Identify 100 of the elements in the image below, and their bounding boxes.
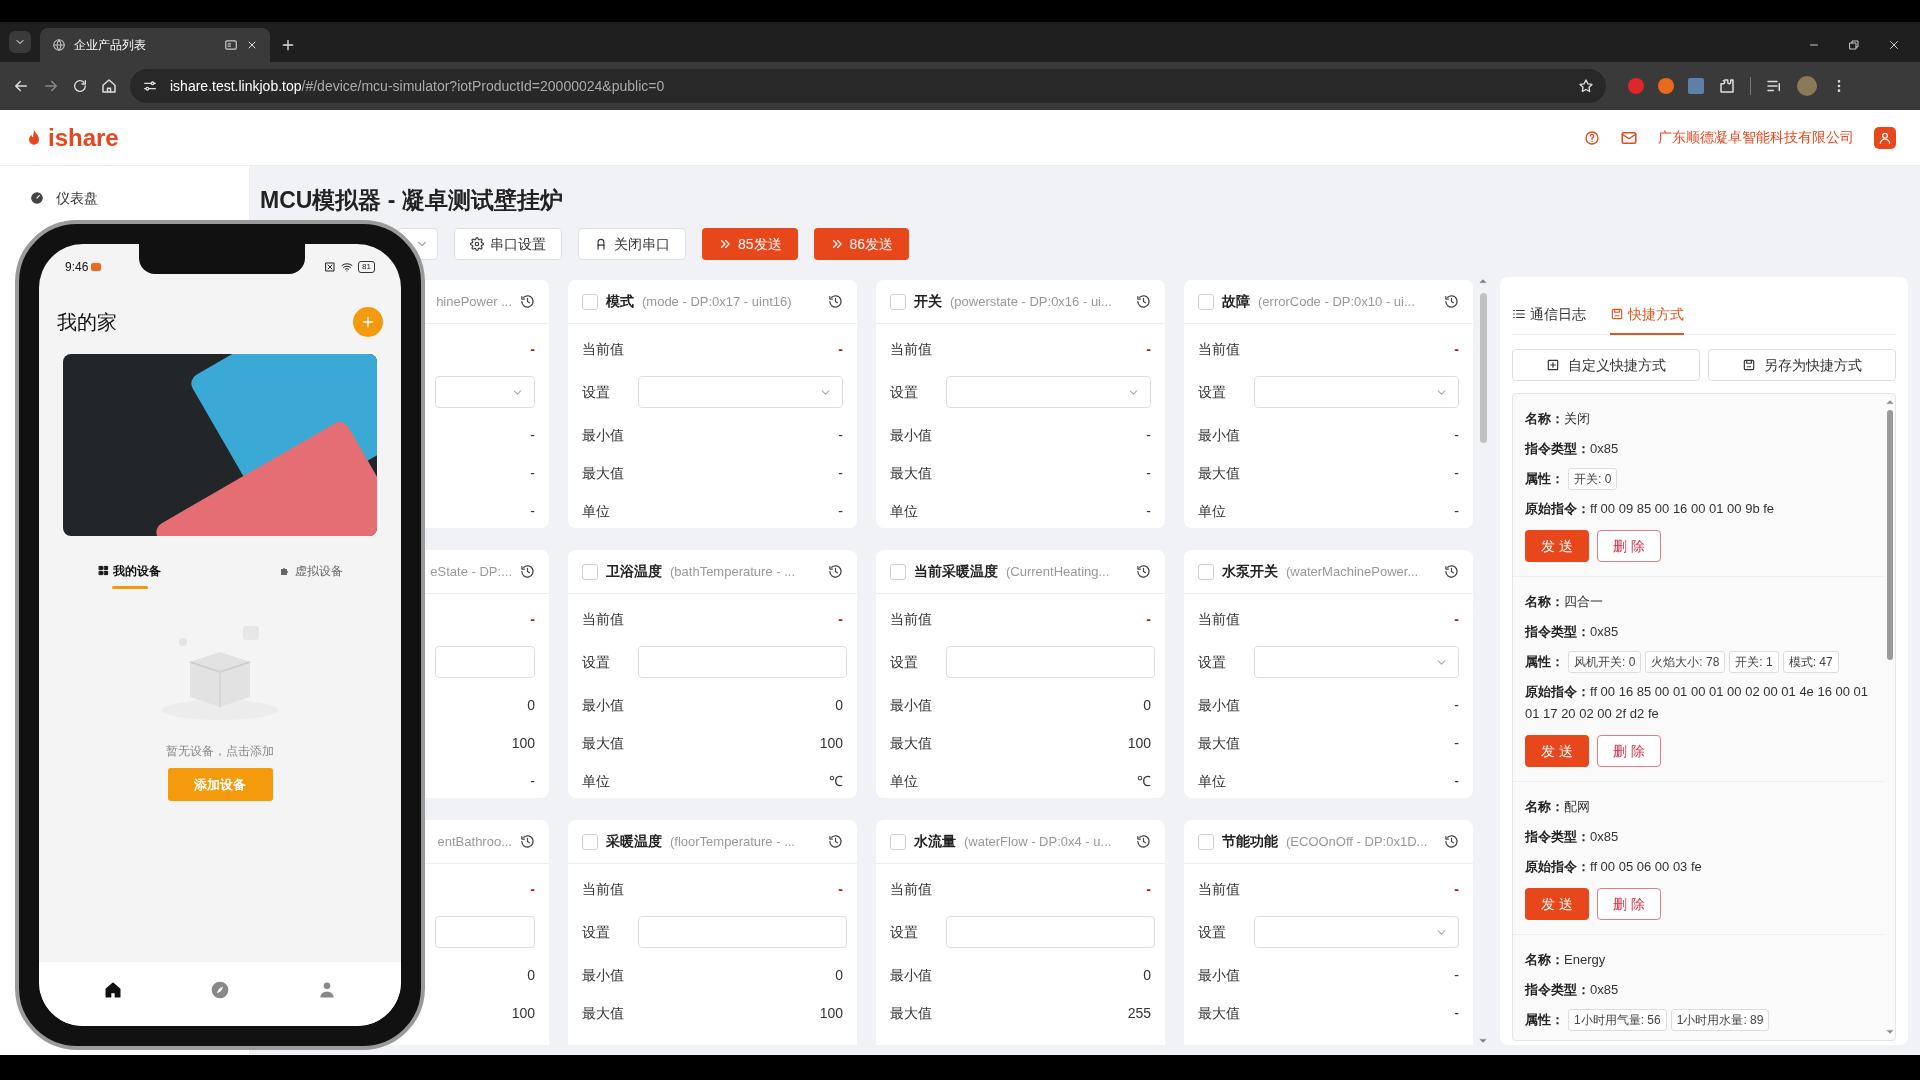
- field-label: 当前值: [582, 879, 625, 899]
- status-time: 9:46: [65, 259, 89, 276]
- user-avatar[interactable]: [1874, 126, 1896, 149]
- field-label: 最小值: [1198, 695, 1241, 715]
- extension-icon[interactable]: [1628, 78, 1644, 94]
- reload-icon: [72, 78, 88, 94]
- card-title: 卫浴温度: [606, 562, 662, 581]
- value-input[interactable]: [638, 916, 847, 948]
- sidebar-item[interactable]: 仪表盘: [0, 178, 249, 218]
- close-icon: [1888, 39, 1900, 51]
- history-icon: [1444, 834, 1459, 849]
- value-select[interactable]: [638, 376, 843, 408]
- field-value: -: [1146, 463, 1151, 483]
- current-value: -: [838, 879, 843, 899]
- extension-icon[interactable]: [1658, 78, 1674, 94]
- send-button[interactable]: 发 送: [1525, 735, 1589, 767]
- restore-icon: [1848, 39, 1860, 51]
- empty-message: 暂无设备，点击添加: [166, 743, 274, 760]
- save-icon: [1610, 307, 1624, 321]
- close-port-button[interactable]: 关闭串口: [578, 228, 686, 260]
- send-button[interactable]: 85发送: [702, 228, 798, 260]
- scroll-down-icon: [1886, 1028, 1894, 1036]
- scrollbar-thumb[interactable]: [1887, 410, 1893, 660]
- profile-avatar[interactable]: [1797, 76, 1817, 96]
- checkbox[interactable]: [890, 833, 906, 850]
- send-button[interactable]: 86发送: [813, 228, 910, 260]
- value-select[interactable]: [1254, 916, 1459, 948]
- send-button[interactable]: 发 送: [1525, 888, 1589, 920]
- checkbox[interactable]: [582, 293, 598, 310]
- save-shortcut-button[interactable]: 另存为快捷方式: [1708, 349, 1896, 381]
- field-label: 设置: [1198, 652, 1227, 672]
- send-button[interactable]: 发 送: [1525, 530, 1589, 562]
- scrollbar-thumb[interactable]: [1479, 293, 1487, 443]
- home-title: 我的家: [57, 310, 117, 335]
- device-tab[interactable]: 虚拟设备: [220, 548, 401, 602]
- field-label: 最小值: [1198, 965, 1241, 985]
- delete-button[interactable]: 删 除: [1597, 735, 1661, 767]
- checkbox[interactable]: [890, 293, 906, 310]
- delete-button[interactable]: 删 除: [1597, 530, 1661, 562]
- value-input[interactable]: [435, 646, 535, 678]
- field-code: entBathroo...: [437, 832, 512, 851]
- field-label: 最大值: [582, 733, 625, 753]
- device-tab[interactable]: 我的设备: [39, 548, 220, 602]
- field-value: 0: [1143, 695, 1151, 715]
- history-icon: [1444, 564, 1459, 579]
- panel-tab[interactable]: 快捷方式: [1610, 295, 1684, 335]
- field-label: 设置: [1198, 382, 1227, 402]
- field-code: eState - DP:...: [430, 562, 512, 581]
- shortcut-field: 指令类型：0x85: [1525, 975, 1873, 1005]
- field-value: ℃: [1137, 771, 1151, 791]
- checkbox[interactable]: [1198, 833, 1214, 850]
- field-label: 单位: [582, 771, 611, 791]
- field-label: 最大值: [582, 463, 625, 483]
- field-label: 最小值: [1198, 425, 1241, 445]
- tab-list-button[interactable]: [9, 31, 31, 53]
- current-value: -: [530, 609, 535, 629]
- custom-shortcut-button[interactable]: 自定义快捷方式: [1512, 349, 1700, 381]
- value-select[interactable]: [1254, 646, 1459, 678]
- extensions-icon: [1718, 77, 1736, 95]
- company-name[interactable]: 广东顺德凝卓智能科技有限公司: [1658, 127, 1854, 148]
- checkbox[interactable]: [582, 833, 598, 850]
- field-label: 最小值: [582, 965, 625, 985]
- checkbox[interactable]: [582, 563, 598, 580]
- field-label: 最小值: [582, 425, 625, 445]
- checkbox[interactable]: [1198, 293, 1214, 310]
- shortcut-field: 指令类型：0x85: [1525, 617, 1873, 647]
- card-title: 开关: [914, 292, 942, 311]
- field-value: -: [1454, 733, 1459, 753]
- field-value: -: [530, 463, 535, 483]
- url-text: ishare.test.linkjob.top/#/device/mcu-simulator?iotProductId=20000024&public=0: [170, 76, 666, 96]
- field-value: 255: [1127, 1003, 1151, 1023]
- field-label: 当前值: [1198, 339, 1241, 359]
- value-input[interactable]: [435, 916, 535, 948]
- field-label: 设置: [582, 382, 611, 402]
- field-label: 最大值: [890, 1003, 933, 1023]
- value-select[interactable]: [946, 376, 1151, 408]
- value-input[interactable]: [946, 916, 1155, 948]
- field-value: 100: [819, 733, 843, 753]
- add-button[interactable]: [353, 307, 383, 337]
- new-tab-icon: [280, 37, 296, 53]
- checkbox[interactable]: [890, 563, 906, 580]
- shortcut-field: 名称：Energy: [1525, 945, 1873, 975]
- field-code: (ECOOnOff - DP:0x1D...: [1286, 832, 1429, 851]
- field-code: (CurrentHeating...: [1006, 562, 1111, 581]
- serial-settings-button[interactable]: 串口设置: [454, 228, 562, 260]
- checkbox[interactable]: [1198, 563, 1214, 580]
- field-label: 单位: [1198, 501, 1227, 521]
- delete-button[interactable]: 删 除: [1597, 888, 1661, 920]
- value-select[interactable]: [435, 376, 535, 408]
- field-value: ℃: [829, 771, 843, 791]
- value-input[interactable]: [638, 646, 847, 678]
- value-input[interactable]: [946, 646, 1155, 678]
- browser-tab[interactable]: 企业产品列表: [40, 28, 270, 62]
- card-title: 水流量: [914, 832, 956, 851]
- field-value: -: [1454, 463, 1459, 483]
- address-bar[interactable]: ishare.test.linkjob.top/#/device/mcu-simulator?iotProductId=20000024&public=0: [130, 69, 1606, 103]
- value-select[interactable]: [1254, 376, 1459, 408]
- panel-tab[interactable]: 通信日志: [1512, 295, 1586, 335]
- close-icon: [246, 39, 258, 51]
- add-icon: [1546, 358, 1560, 372]
